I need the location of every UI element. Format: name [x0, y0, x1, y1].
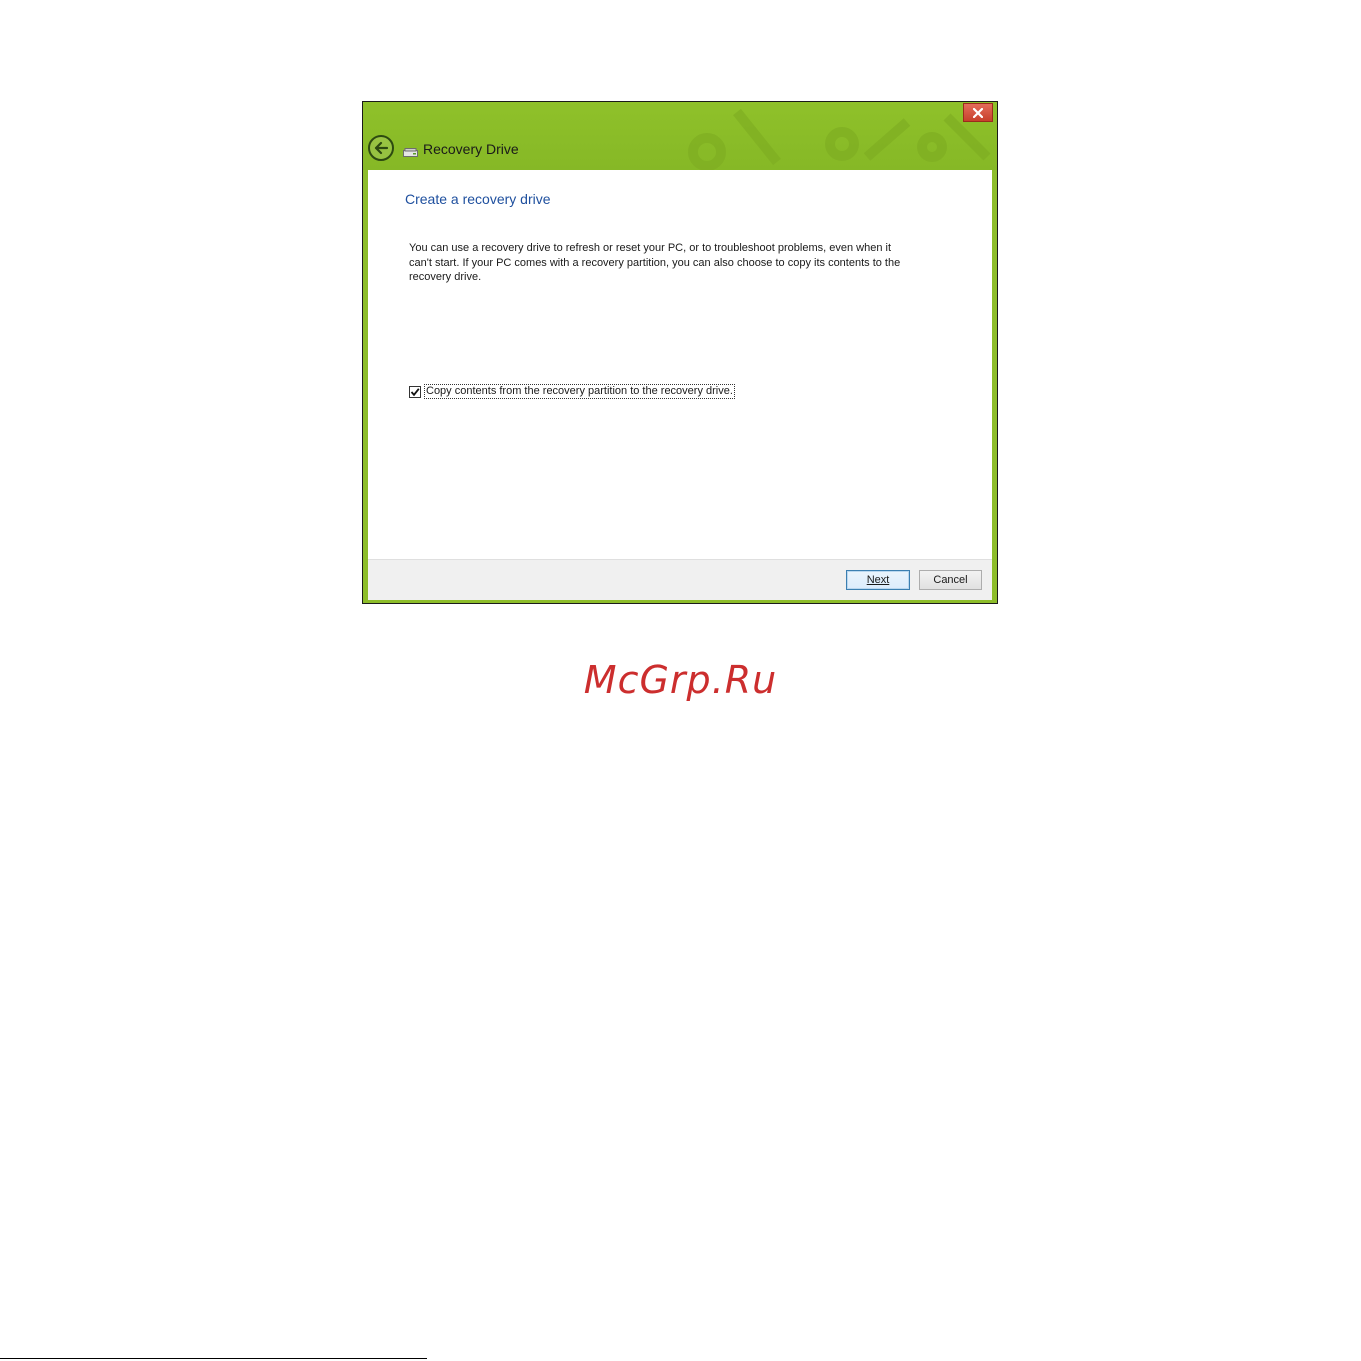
- copy-partition-checkbox[interactable]: [409, 385, 421, 398]
- description-text: You can use a recovery drive to refresh …: [409, 242, 901, 283]
- next-button-label: Next: [866, 574, 890, 586]
- copy-partition-option[interactable]: Copy contents from the recovery partitio…: [409, 384, 735, 399]
- checkmark-icon: [410, 387, 420, 396]
- title-bar: Recovery Drive: [363, 102, 997, 170]
- button-bar: Next Cancel: [368, 559, 992, 600]
- next-button[interactable]: Next: [846, 570, 910, 590]
- cancel-button-label: Cancel: [933, 574, 968, 586]
- close-button[interactable]: [963, 103, 993, 122]
- back-arrow-icon: [374, 141, 389, 155]
- cancel-button[interactable]: Cancel: [919, 570, 982, 590]
- window-title: Recovery Drive: [423, 141, 519, 157]
- footer-divider: [0, 1358, 427, 1359]
- copy-partition-label[interactable]: Copy contents from the recovery partitio…: [424, 384, 735, 399]
- drive-icon: [403, 148, 418, 157]
- title-bar-decoration: [688, 108, 991, 170]
- recovery-drive-window: Recovery Drive Create a recovery drive Y…: [362, 101, 998, 604]
- page-heading: Create a recovery drive: [405, 191, 551, 207]
- content-pane: Create a recovery drive You can use a re…: [368, 170, 992, 559]
- watermark-logo: McGrp.Ru: [583, 658, 778, 702]
- close-icon: [973, 107, 983, 118]
- back-button[interactable]: [368, 135, 394, 161]
